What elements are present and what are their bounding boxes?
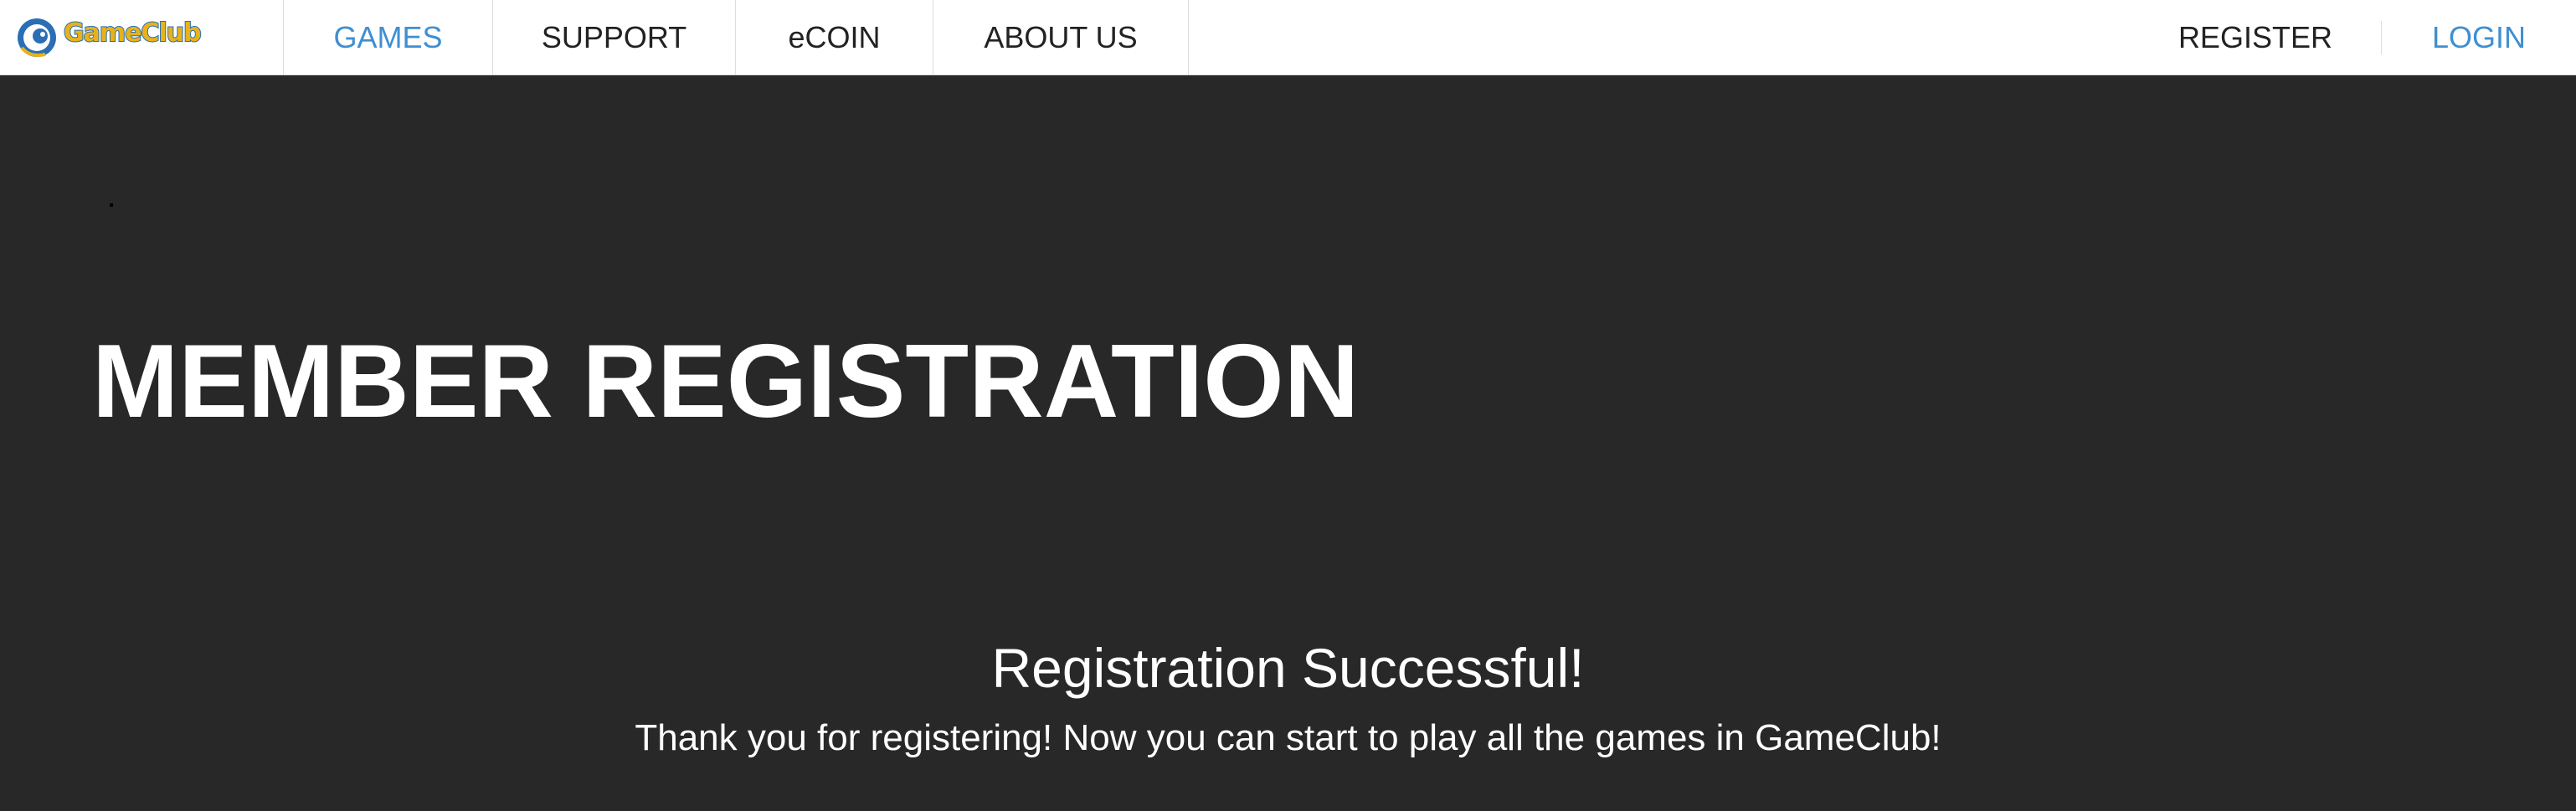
nav-about-us[interactable]: ABOUT US <box>933 0 1189 75</box>
nav-ecoin[interactable]: eCOIN <box>735 0 933 75</box>
top-navigation-bar: GameClub GAMES SUPPORT eCOIN ABOUT US RE… <box>0 0 2576 75</box>
nav-support[interactable]: SUPPORT <box>492 0 735 75</box>
success-heading: Registration Successful! <box>991 637 1585 699</box>
page-title: MEMBER REGISTRATION <box>92 324 1360 439</box>
main-nav: GAMES SUPPORT eCOIN ABOUT US <box>283 0 1189 75</box>
logo-mascot-icon <box>18 18 56 57</box>
login-link[interactable]: LOGIN <box>2382 20 2576 54</box>
nav-games[interactable]: GAMES <box>283 0 492 75</box>
logo-wordmark: GameClub <box>63 18 203 49</box>
gameclub-logo[interactable]: GameClub <box>15 8 241 67</box>
account-links: REGISTER LOGIN <box>2128 0 2576 75</box>
decorative-dot <box>110 203 113 207</box>
success-message: Thank you for registering! Now you can s… <box>635 717 1941 758</box>
register-link[interactable]: REGISTER <box>2128 20 2382 54</box>
